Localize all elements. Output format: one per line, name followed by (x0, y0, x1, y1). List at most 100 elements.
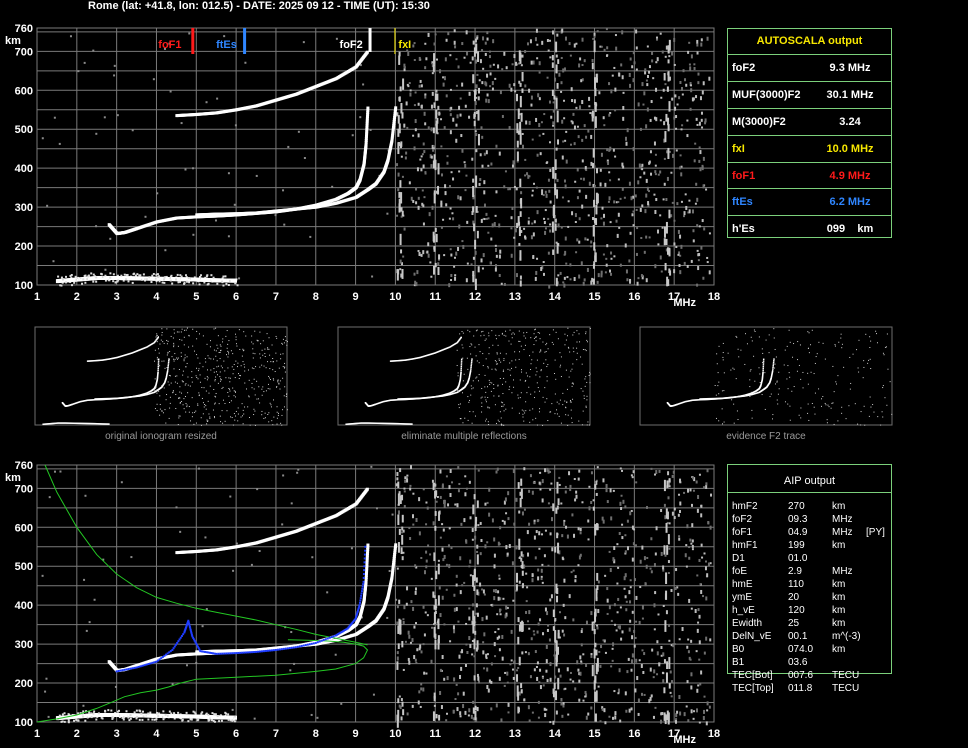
noise-dot (625, 709, 628, 713)
noise-dot (450, 106, 453, 110)
noise-dot (310, 713, 313, 716)
noise-dot (670, 695, 673, 698)
noise-dot (602, 253, 605, 256)
noise-streak (474, 710, 477, 721)
noise-dot (550, 506, 553, 509)
noise-dot (452, 709, 455, 714)
noise-dot (413, 655, 416, 660)
noise-streak (437, 563, 440, 575)
noise-dot (494, 77, 497, 80)
noise-dot (675, 127, 678, 130)
noise-dot (525, 572, 528, 575)
noise-dot (475, 59, 478, 64)
scaled-point (171, 648, 174, 651)
noise-dot (482, 641, 485, 644)
noise-dot (540, 266, 543, 271)
noise-streak (667, 71, 670, 82)
noise-dot (600, 645, 603, 649)
noise-streak (398, 51, 401, 57)
noise-dot (474, 630, 477, 635)
noise-dot (559, 674, 562, 678)
scaled-point (363, 561, 366, 564)
noise-dot (634, 636, 637, 639)
noise-dot (407, 657, 410, 661)
noise-streak (668, 683, 671, 689)
noise-dot (700, 111, 703, 115)
noise-dot (518, 242, 521, 246)
noise-dot (491, 81, 494, 86)
noise-dot (690, 542, 693, 545)
noise-dot (501, 68, 504, 71)
noise-dot (640, 237, 643, 240)
noise-dot (543, 554, 546, 558)
noise-dot (605, 488, 608, 493)
noise-dot (449, 493, 452, 498)
noise-dot (414, 590, 417, 595)
marker-label-fxi: fxI (398, 39, 411, 51)
noise-dot (445, 203, 448, 207)
noise-dot (662, 652, 665, 657)
noise-dot (529, 675, 532, 679)
noise-dot (557, 668, 560, 673)
scaled-point (147, 662, 150, 665)
noise-dot (410, 600, 413, 604)
noise-streak (556, 83, 559, 89)
noise-dot (396, 651, 399, 655)
noise-dot (696, 224, 699, 228)
noise-dot (464, 539, 467, 543)
noise-dot (617, 625, 620, 629)
noise-dot (404, 476, 407, 480)
y-tick-label: 300 (15, 202, 33, 214)
noise-dot (691, 539, 694, 543)
noise-streak (591, 621, 594, 631)
trace-point (157, 276, 160, 279)
trace-point (216, 714, 219, 717)
noise-streak (663, 687, 666, 694)
noise-dot (707, 521, 710, 525)
noise-dot (552, 109, 555, 113)
noise-dot (426, 614, 429, 617)
noise-dot (592, 217, 595, 221)
noise-dot (697, 608, 700, 612)
noise-streak (668, 101, 671, 112)
noise-dot (493, 596, 496, 601)
noise-dot (309, 235, 312, 238)
noise-dot (513, 236, 516, 239)
noise-dot (311, 556, 314, 559)
noise-dot (709, 525, 712, 530)
x-tick-label: 2 (74, 728, 80, 740)
noise-dot (636, 676, 639, 681)
noise-dot (428, 212, 431, 217)
noise-dot (561, 534, 564, 538)
noise-streak (519, 250, 522, 261)
noise-dot (452, 217, 455, 221)
noise-streak (519, 211, 522, 217)
noise-dot (650, 100, 653, 104)
noise-dot (485, 98, 488, 103)
noise-dot (408, 634, 411, 639)
noise-dot (655, 198, 658, 202)
noise-dot (656, 38, 659, 41)
noise-dot (557, 274, 560, 277)
noise-streak (472, 40, 475, 45)
noise-dot (645, 124, 648, 129)
noise-dot (671, 474, 674, 478)
noise-dot (565, 525, 568, 529)
noise-dot (673, 116, 676, 120)
noise-dot (613, 603, 616, 607)
noise-dot (289, 669, 292, 672)
noise-dot (569, 678, 572, 681)
noise-dot (660, 270, 663, 273)
noise-dot (579, 527, 582, 531)
noise-dot (487, 217, 490, 220)
noise-dot (700, 670, 703, 675)
y-tick-label: 400 (15, 163, 33, 175)
noise-dot (563, 67, 566, 72)
noise-dot (639, 207, 642, 212)
noise-streak (666, 511, 669, 520)
scaled-point (282, 647, 285, 650)
noise-dot (550, 115, 553, 119)
noise-streak (399, 619, 402, 628)
noise-streak (664, 131, 667, 143)
noise-dot (491, 87, 494, 91)
